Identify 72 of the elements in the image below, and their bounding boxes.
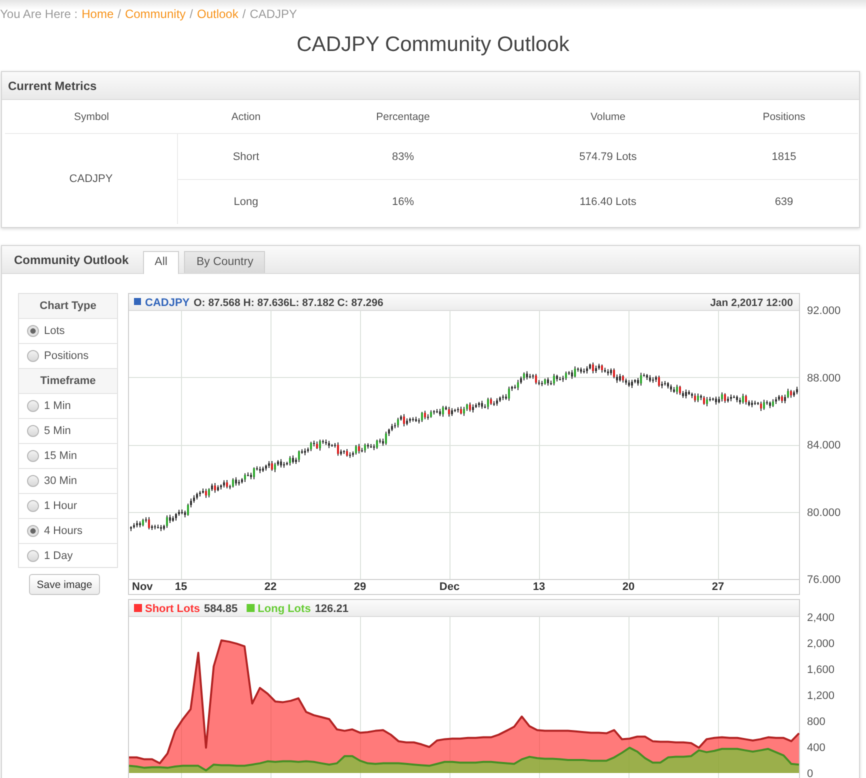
table-header-cell: Volume xyxy=(492,100,724,134)
breadcrumb-separator: / xyxy=(242,7,246,21)
radio-option[interactable]: 1 Min xyxy=(19,394,117,419)
chart-symbol: CADJPY xyxy=(145,297,190,309)
radio-button[interactable] xyxy=(27,350,39,362)
save-image-button[interactable]: Save image xyxy=(29,574,100,595)
radio-option[interactable]: 1 Hour xyxy=(19,494,117,519)
x-axis-label: Nov xyxy=(132,581,153,593)
tab[interactable]: By Country xyxy=(184,251,266,273)
x-axis-label: 15 xyxy=(174,581,188,593)
radio-button[interactable] xyxy=(27,525,39,537)
legend-value: 584.85 xyxy=(204,603,238,615)
table-cell: 16% xyxy=(314,179,492,224)
table-header-cell: Positions xyxy=(724,100,858,134)
table-header-cell: Percentage xyxy=(314,100,492,134)
panel-title: Current Metrics xyxy=(8,78,97,92)
ohlc-readout: O: 87.568 H: 87.636L: 87.182 C: 87.296 xyxy=(194,297,384,309)
x-axis-label: 22 xyxy=(264,581,277,593)
chart-datetime: Jan 2,2017 12:00 xyxy=(710,297,793,309)
radio-option[interactable]: 5 Min xyxy=(19,419,117,444)
table-cell: 639 xyxy=(724,179,858,224)
radio-option[interactable]: Lots xyxy=(19,319,117,344)
panel-title: Community Outlook xyxy=(14,252,129,266)
y-axis-label: 0 xyxy=(807,768,814,778)
radio-button[interactable] xyxy=(27,450,39,462)
radio-option[interactable]: 30 Min xyxy=(19,469,117,494)
y-axis-label: 80.000 xyxy=(807,506,841,519)
x-axis-label: 20 xyxy=(622,581,635,593)
radio-button[interactable] xyxy=(27,475,39,487)
radio-button[interactable] xyxy=(27,425,39,437)
table-cell: CADJPY xyxy=(5,134,178,224)
radio-option[interactable]: 4 Hours xyxy=(19,519,117,544)
y-axis-label: 84.000 xyxy=(807,440,841,452)
radio-option[interactable]: 1 Day xyxy=(19,544,117,567)
legend-value: 126.21 xyxy=(314,603,348,615)
y-axis-label: 800 xyxy=(807,716,826,728)
radio-button[interactable] xyxy=(27,325,39,337)
sidebar-heading: Timeframe xyxy=(19,369,117,394)
y-axis-label: 1,200 xyxy=(807,690,835,702)
y-axis-label: 88.000 xyxy=(807,372,841,384)
radio-button[interactable] xyxy=(27,400,39,412)
table-cell-text: 83% xyxy=(390,150,416,164)
table-header-cell: Symbol xyxy=(5,100,178,134)
table-cell-text: 1815 xyxy=(770,150,798,164)
table-cell: Long xyxy=(178,179,314,224)
sidebar-heading: Chart Type xyxy=(19,294,117,319)
x-axis-label: 13 xyxy=(532,581,546,593)
table-cell-text: Short xyxy=(232,150,260,164)
page-title: CADJPY Community Outlook xyxy=(296,32,570,58)
breadcrumb-separator: / xyxy=(190,7,193,21)
table-cell-text: 574.79 Lots xyxy=(578,150,638,164)
y-axis-label: 2,400 xyxy=(807,612,835,624)
radio-button[interactable] xyxy=(27,550,39,562)
x-axis-label: 29 xyxy=(354,581,366,593)
x-axis-label: Dec xyxy=(439,581,460,593)
radio-button[interactable] xyxy=(27,500,39,512)
radio-option[interactable]: 15 Min xyxy=(19,444,117,469)
breadcrumb-current: CADJPY xyxy=(250,7,298,21)
y-axis-label: 2,000 xyxy=(807,638,835,650)
table-header-cell: Action xyxy=(178,100,314,134)
legend-label: Short Lots xyxy=(145,603,200,615)
y-axis-label: 92.000 xyxy=(807,305,841,317)
y-axis-label: 1,600 xyxy=(807,664,835,676)
y-axis-label: 400 xyxy=(807,742,826,754)
tab[interactable]: All xyxy=(142,251,180,274)
symbol-marker-icon xyxy=(134,298,141,305)
breadcrumb-label: You Are Here : xyxy=(0,7,78,21)
table-cell: 116.40 Lots xyxy=(492,179,724,224)
x-axis-label: 27 xyxy=(712,581,724,593)
y-axis-label: 76.000 xyxy=(807,574,841,586)
breadcrumb-separator: / xyxy=(118,7,121,21)
legend-label: Long Lots xyxy=(258,603,311,615)
